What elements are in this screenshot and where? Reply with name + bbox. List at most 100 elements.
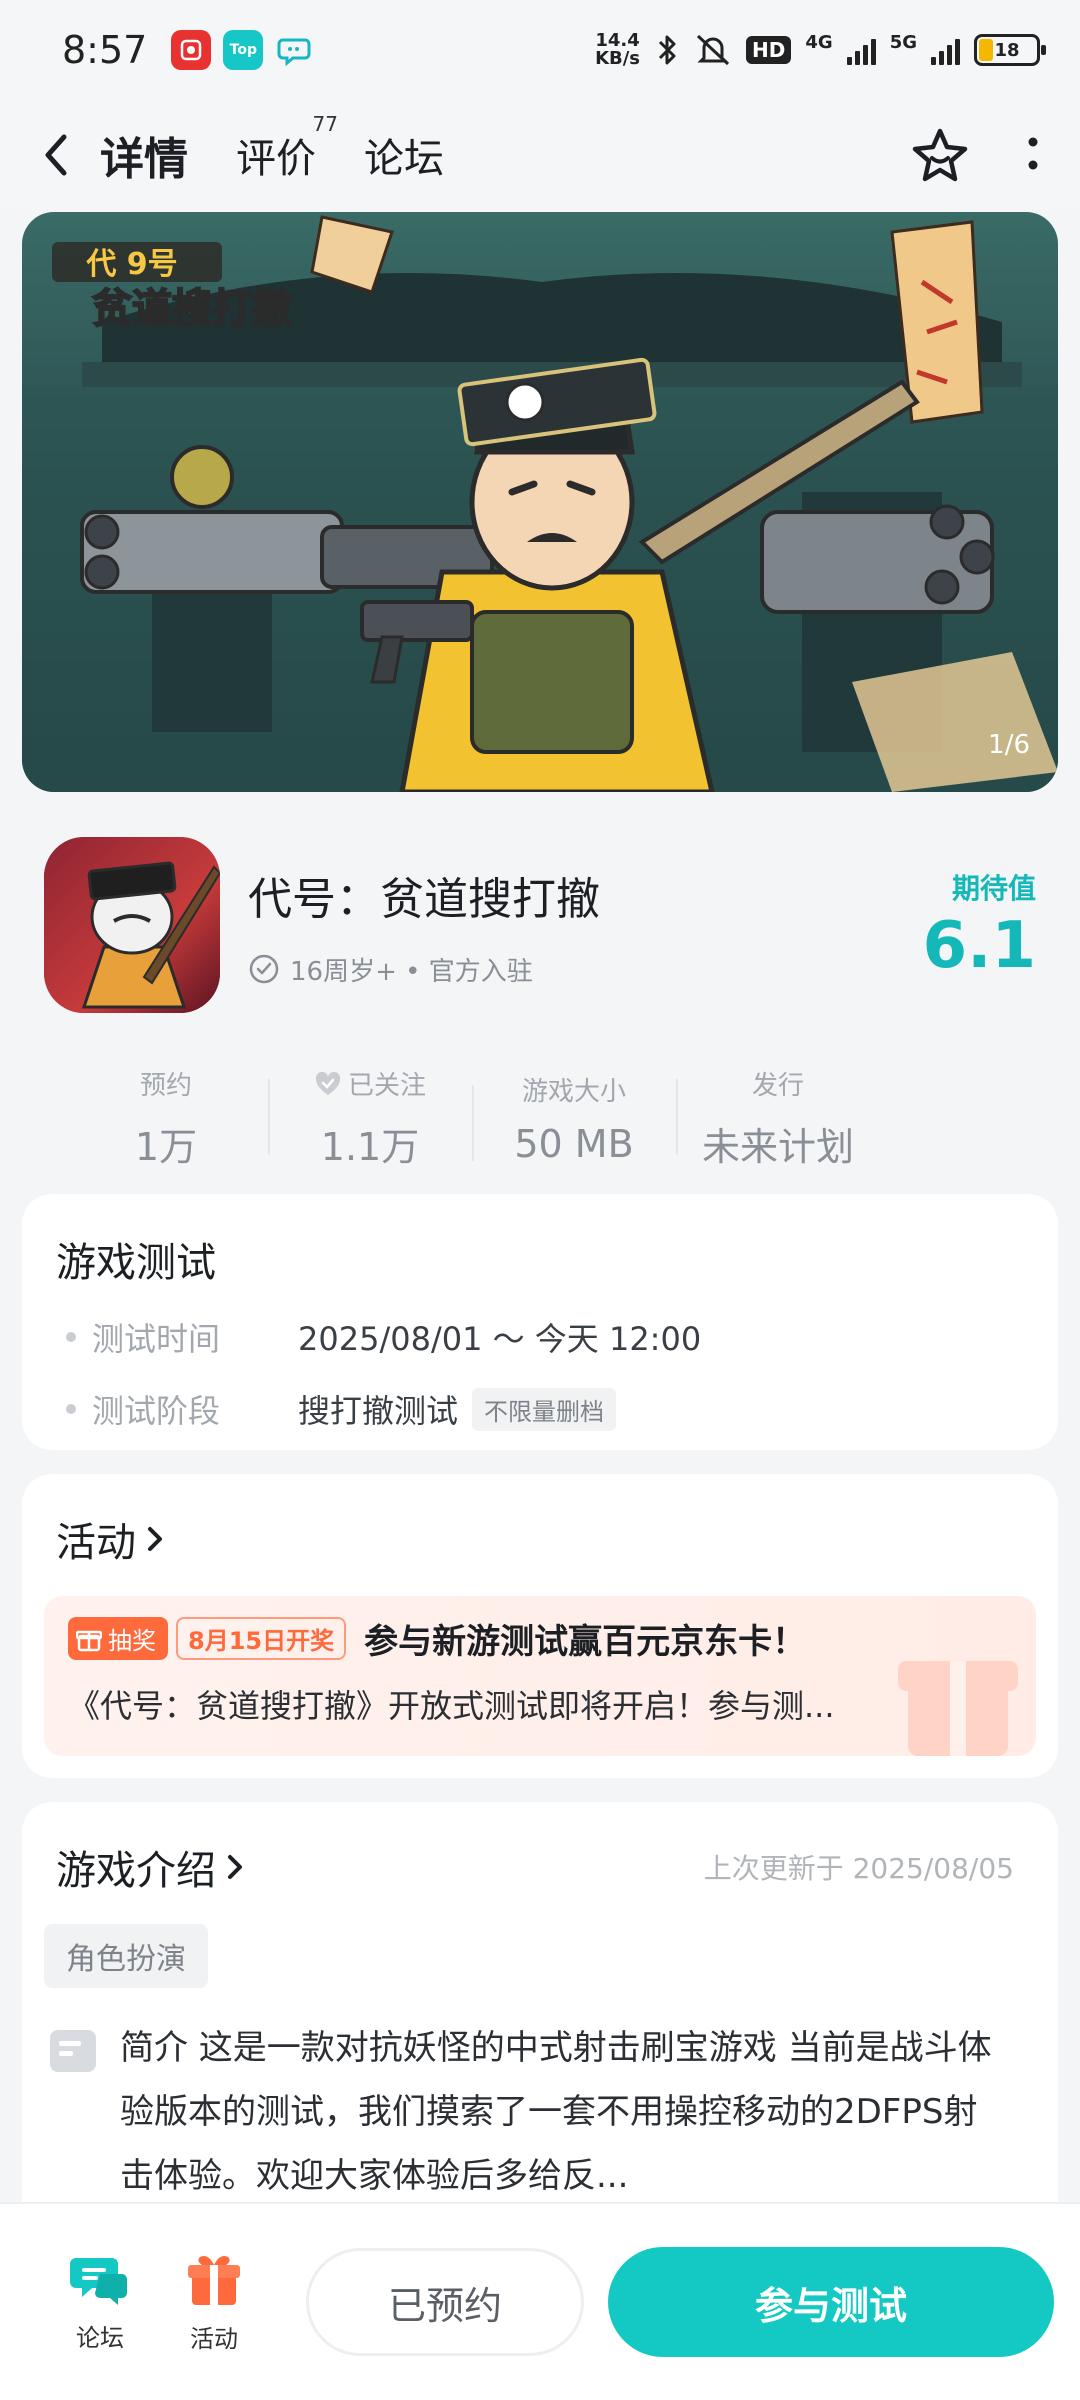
test-phase-tag: 不限量删档 [472, 1387, 617, 1431]
svg-text:贫道搜打撤: 贫道搜打撤 [92, 286, 292, 332]
game-app-icon [44, 837, 220, 1013]
game-title: 代号：贫道搜打撤 [248, 873, 600, 925]
game-info: 代号：贫道搜打撤 16周岁+ • 官方入驻 期待值 6.1 [0, 808, 1080, 1042]
activity-headline: 参与新游测试赢百元京东卡！ [364, 1622, 807, 1662]
expectation-value: 6.1 [922, 909, 1036, 983]
draw-date-tag: 8月15日开奖 [176, 1617, 347, 1660]
stat-value: 未来计划 [701, 1125, 854, 1169]
game-icon-art [44, 837, 220, 1013]
stat-reservations: 预约 1万 [64, 1065, 268, 1171]
back-button[interactable] [40, 125, 100, 185]
screenshot-carousel[interactable]: 代 9号 贫道搜打撤 1/6 [22, 212, 1058, 792]
game-meta: 16周岁+ • 官方入驻 [248, 951, 923, 988]
taptap-icon-text: Top [229, 42, 258, 58]
tab-forum-label: 论坛 [364, 136, 444, 182]
intro-header: 游戏介绍 上次更新于 2025/08/05 [44, 1838, 1036, 1896]
expectation-label: 期待值 [951, 872, 1036, 905]
gift-icon [76, 1630, 102, 1651]
taptap-icon: Top [223, 30, 264, 70]
test-value: 2025/08/01 ～ 今天 12:00 [298, 1320, 702, 1358]
tab-details[interactable]: 详情 [100, 123, 188, 187]
game-text: 代号：贫道搜打撤 16周岁+ • 官方入驻 [248, 863, 923, 988]
header-actions [910, 126, 1040, 184]
reviews-count: 77 [312, 112, 338, 136]
forum-chat-icon [70, 2257, 127, 2305]
red-app-icon [171, 30, 212, 70]
stat-label: 预约 [139, 1071, 192, 1101]
network-5g-label: 5G [889, 32, 917, 53]
signal-4g-icon [846, 35, 876, 65]
game-key-art-image: 代 9号 贫道搜打撤 [22, 215, 1058, 792]
more-options-icon[interactable] [1026, 135, 1040, 175]
status-app-icons: Top [171, 30, 315, 70]
stat-label-text: 已关注 [347, 1071, 426, 1101]
chat-bubble-icon [275, 30, 315, 70]
status-bar: 8:57 Top 14.4 KB/s HD 4G 5G 18 [0, 0, 1080, 100]
test-section-title: 游戏测试 [56, 1240, 216, 1286]
last-updated: 上次更新于 2025/08/05 [703, 1852, 1014, 1885]
status-indicators: 14.4 KB/s HD 4G 5G 18 [595, 32, 1046, 68]
intro-section-title[interactable]: 游戏介绍 [56, 1838, 248, 1896]
gift-box-icon [188, 2255, 240, 2305]
carousel-page-indicator: 1/6 [988, 730, 1030, 760]
join-test-button[interactable]: 参与测试 [608, 2247, 1054, 2357]
stat-followers[interactable]: 已关注 1.1万 [268, 1065, 472, 1171]
lottery-tag-label: 抽奖 [108, 1627, 156, 1655]
stat-label: 游戏大小 [521, 1076, 626, 1107]
activity-item[interactable]: 抽奖 8月15日开奖 参与新游测试赢百元京东卡！ 《代号：贫道搜打撤》开放式测试… [44, 1596, 1036, 1756]
stat-value: 1.1万 [320, 1125, 420, 1169]
activity-description: 《代号：贫道搜打撤》开放式测试即将开启！参与测... [68, 1687, 835, 1725]
expectation-score: 期待值 6.1 [923, 867, 1036, 983]
stat-size: 游戏大小 50 MB [472, 1071, 676, 1166]
tab-reviews[interactable]: 评价 77 [236, 112, 338, 184]
network-speed: 14.4 KB/s [595, 32, 640, 68]
test-time-row: 测试时间 2025/08/01 ～ 今天 12:00 [56, 1314, 1024, 1360]
heart-check-icon [315, 1071, 341, 1095]
activity-title-text: 活动 [56, 1520, 136, 1566]
tab-forum[interactable]: 论坛 [364, 126, 444, 184]
forum-shortcut-label: 论坛 [76, 2323, 124, 2352]
gift-watermark-icon [898, 1661, 1018, 1756]
battery-level: 18 [994, 39, 1020, 61]
activity-shortcut-label: 活动 [190, 2324, 238, 2353]
test-key: 测试阶段 [92, 1392, 221, 1430]
chevron-right-icon [228, 1855, 242, 1879]
activity-head: 抽奖 8月15日开奖 参与新游测试赢百元京东卡！ [68, 1614, 1012, 1663]
game-test-card: 游戏测试 测试时间 2025/08/01 ～ 今天 12:00 测试阶段 搜打撤… [22, 1194, 1058, 1450]
bluetooth-icon [658, 35, 676, 65]
bottom-action-bar: 论坛 活动 已预约 参与测试 [0, 2202, 1080, 2400]
lottery-tag: 抽奖 [68, 1617, 168, 1660]
game-stats: 预约 1万 已关注 1.1万 游戏大小 50 MB 发行 未来计划 [0, 1044, 1080, 1192]
hd-badge: HD [746, 36, 792, 64]
verified-check-icon [249, 954, 279, 984]
intro-text[interactable]: 简介 这是一款对抗妖怪的中式射击刷宝游戏 当前是战斗体验版本的测试，我们摸索了一… [120, 2016, 1000, 2208]
test-key: 测试时间 [92, 1320, 221, 1358]
network-speed-unit: KB/s [595, 48, 641, 69]
description-icon [50, 2030, 96, 2072]
stat-label: 发行 [751, 1071, 804, 1101]
chevron-left-icon [45, 134, 67, 176]
signal-5g-icon [931, 35, 960, 65]
bullet-dot [66, 1332, 76, 1342]
activity-card: 活动 抽奖 8月15日开奖 参与新游测试赢百元京东卡！ 《代号：贫道搜打撤》开放… [22, 1474, 1058, 1778]
stat-release: 发行 未来计划 [676, 1065, 880, 1171]
tab-details-label: 详情 [100, 134, 188, 185]
stat-value: 50 MB [514, 1121, 634, 1166]
activity-section-title[interactable]: 活动 [44, 1510, 1036, 1568]
activity-shortcut[interactable]: 活动 [166, 2251, 262, 2354]
page-header: 详情 评价 77 论坛 [0, 100, 1080, 210]
game-meta-text: 16周岁+ • 官方入驻 [290, 956, 533, 987]
genre-tag[interactable]: 角色扮演 [44, 1924, 208, 1988]
tab-reviews-label: 评价 [236, 136, 316, 182]
mute-icon [697, 34, 730, 66]
stat-label-followed: 已关注 [268, 1065, 472, 1102]
status-time: 8:57 [62, 28, 148, 72]
battery-icon: 18 [974, 34, 1046, 66]
svg-text:代 9号: 代 9号 [85, 247, 177, 282]
favorite-star-icon[interactable] [910, 126, 970, 184]
reserved-button[interactable]: 已预约 [306, 2248, 584, 2356]
forum-shortcut[interactable]: 论坛 [52, 2252, 148, 2353]
network-4g-label: 4G [805, 32, 833, 53]
intro-title-text: 游戏介绍 [56, 1848, 216, 1894]
stat-value: 1万 [134, 1125, 198, 1169]
